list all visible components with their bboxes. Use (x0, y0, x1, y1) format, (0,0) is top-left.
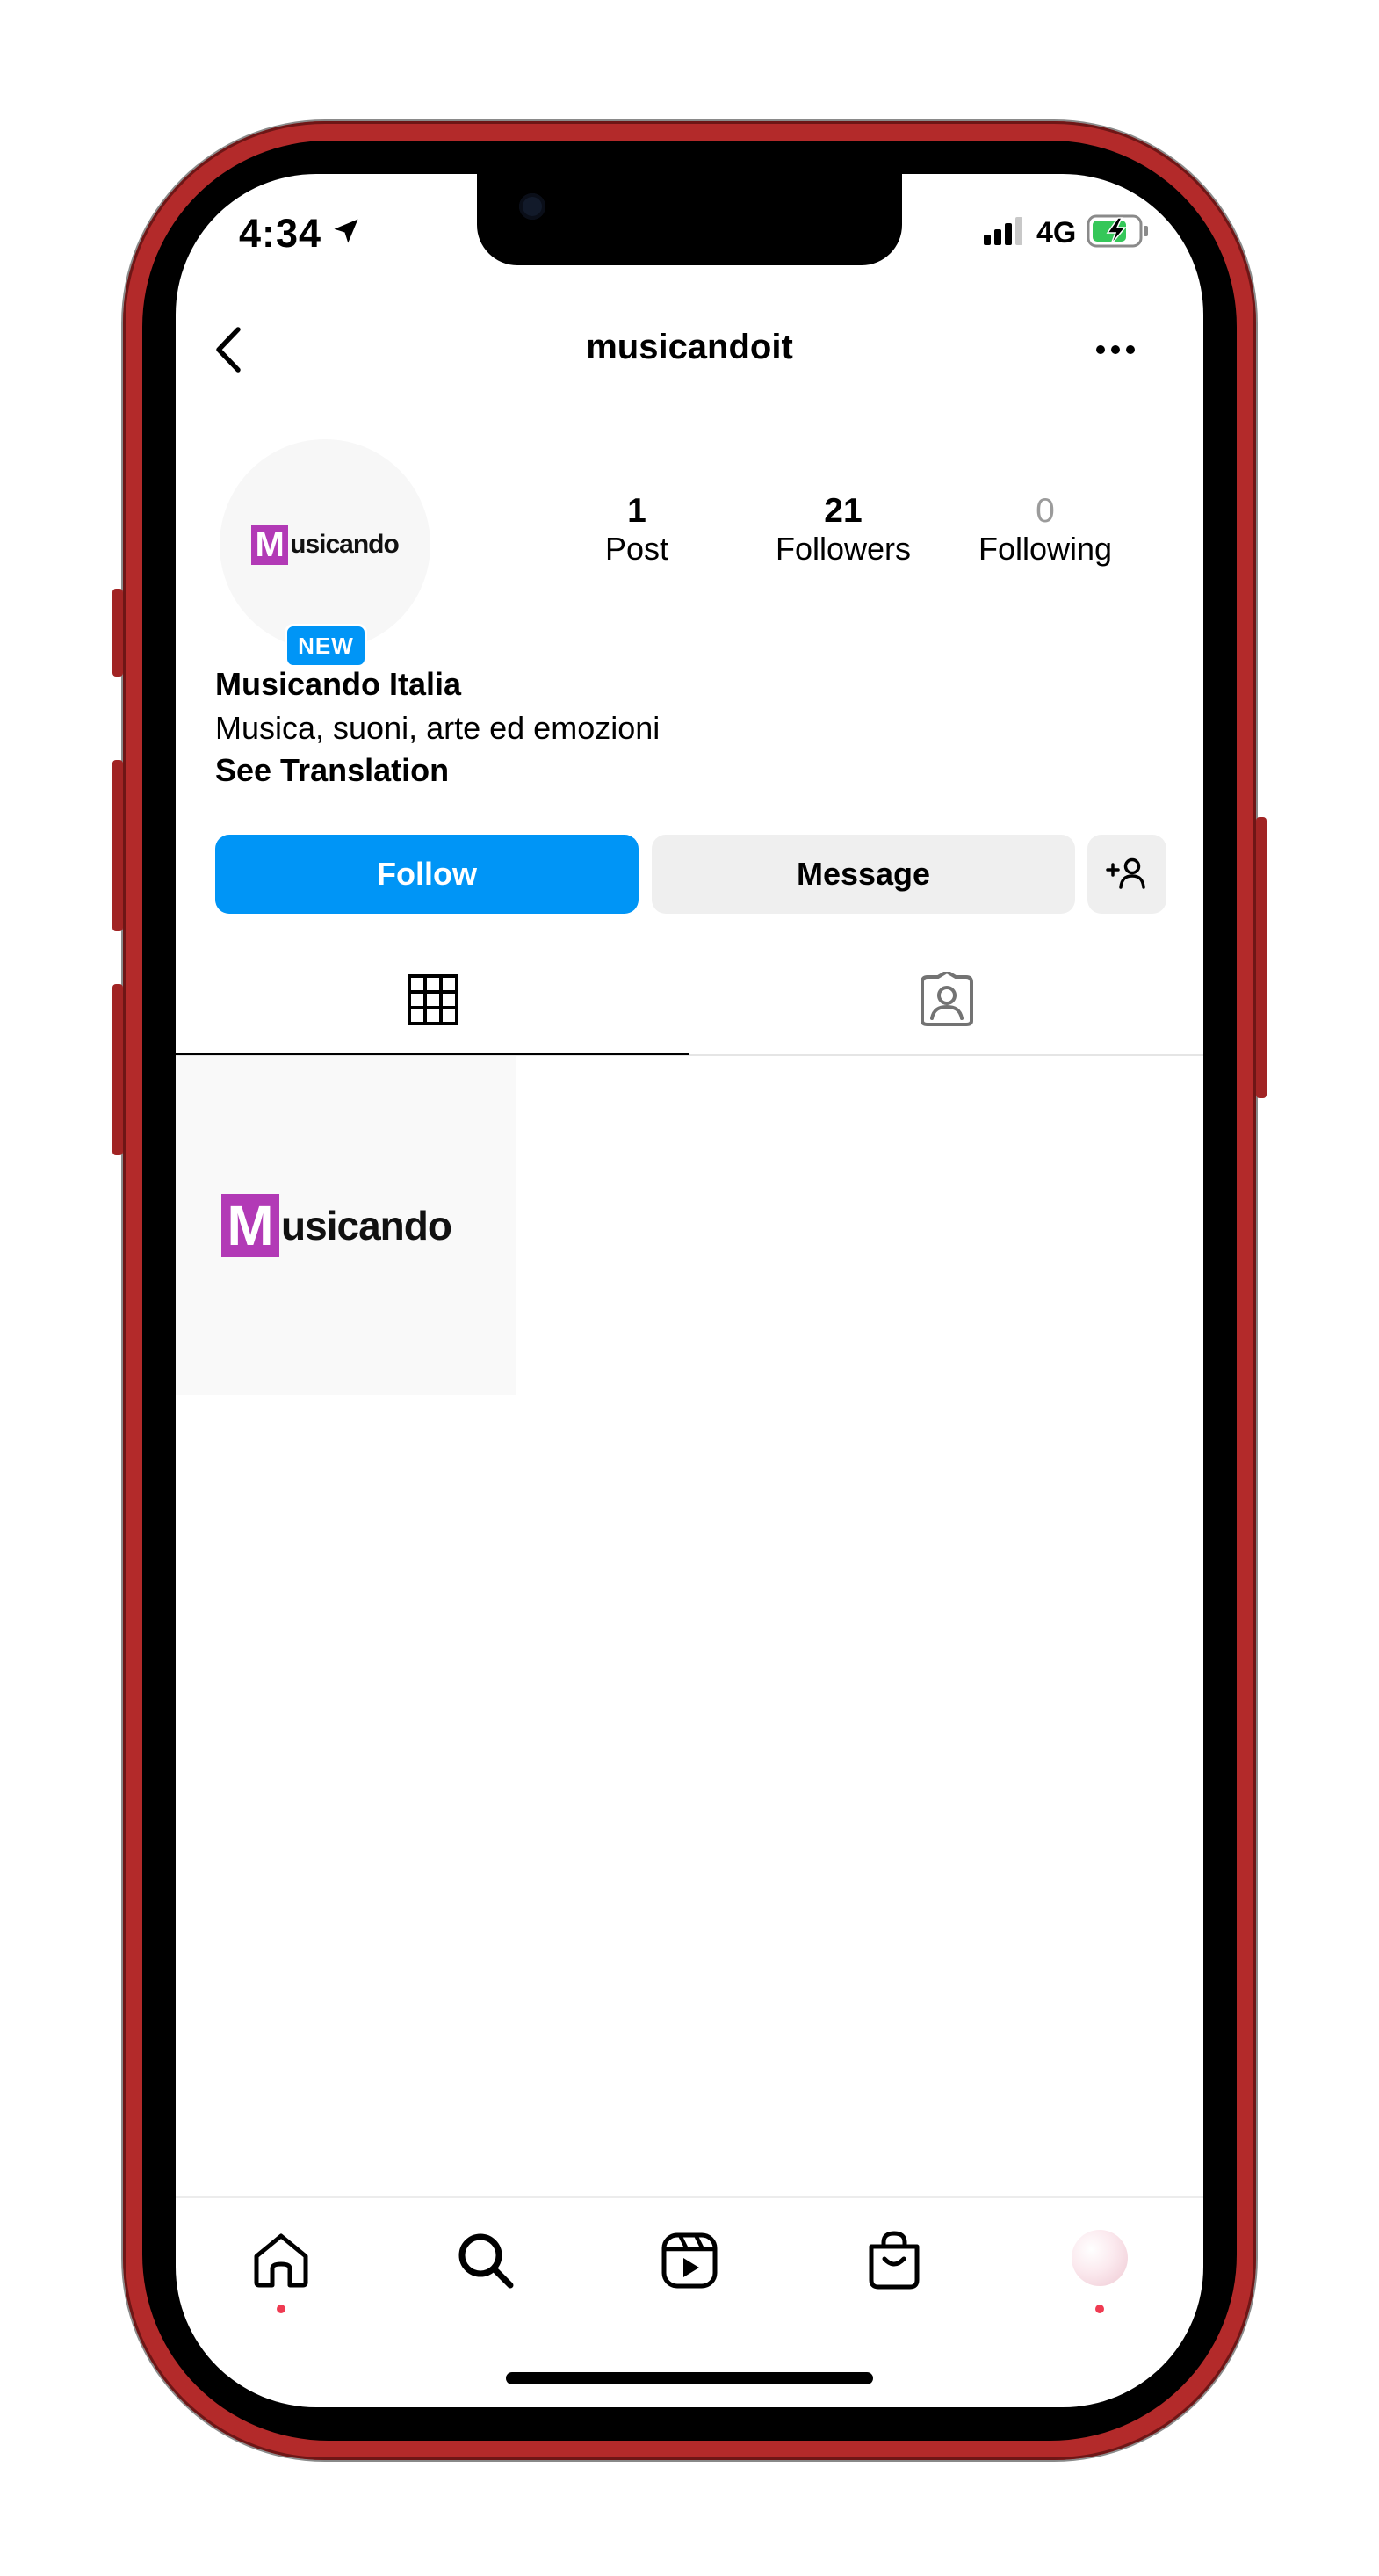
nav-search[interactable] (451, 2225, 521, 2296)
status-indicators: 4G (984, 214, 1150, 252)
display-name: Musicando Italia (215, 666, 462, 702)
posts-label: Post (604, 531, 669, 567)
more-horizontal-icon (1096, 345, 1135, 354)
location-arrow-icon (330, 211, 362, 257)
followers-count: 21 (824, 492, 863, 530)
signal-icon (984, 217, 1026, 250)
more-options-button[interactable] (1080, 330, 1151, 369)
nav-home[interactable] (246, 2225, 316, 2296)
nav-shop[interactable] (859, 2225, 929, 2296)
bio-text: Musica, suoni, arte ed emozioni (215, 710, 661, 746)
tab-posts-grid[interactable] (176, 947, 690, 1053)
notch (477, 174, 902, 265)
shop-icon (869, 2231, 920, 2290)
add-person-icon (1106, 857, 1145, 889)
stat-following[interactable]: 0 Following (944, 492, 1146, 568)
battery-charging-icon (1087, 214, 1150, 252)
follow-button[interactable]: Follow (215, 835, 639, 914)
home-notification-dot (277, 2305, 285, 2313)
message-button[interactable]: Message (652, 835, 1075, 914)
screen: 4:34 4G musicandoit M usicando NEW 1 Pos… (176, 174, 1203, 2407)
tab-tagged[interactable] (690, 947, 1203, 1053)
following-label: Following (978, 531, 1113, 567)
musicando-logo: M usicando (251, 525, 400, 565)
front-camera (519, 193, 545, 220)
logo-letter: M (221, 1194, 280, 1257)
volume-up-button (112, 760, 123, 931)
nav-reels[interactable] (654, 2225, 725, 2296)
stat-followers[interactable]: 21 Followers (742, 492, 944, 568)
bottom-nav-divider (176, 2196, 1203, 2198)
status-time-row: 4:34 (239, 211, 362, 257)
volume-down-button (112, 984, 123, 1155)
see-translation-link[interactable]: See Translation (215, 752, 449, 789)
profile-notification-dot (1095, 2305, 1104, 2313)
logo-text: usicando (290, 530, 400, 559)
musicando-logo: M usicando (221, 1194, 452, 1257)
power-button (1256, 817, 1267, 1098)
nav-profile[interactable] (1072, 2230, 1128, 2286)
followers-label: Followers (775, 531, 912, 567)
profile-avatar[interactable]: M usicando (220, 439, 430, 650)
search-icon (458, 2233, 514, 2289)
post-thumbnail[interactable]: M usicando (176, 1056, 516, 1395)
grid-icon (407, 974, 458, 1025)
home-icon (254, 2233, 308, 2288)
posts-count: 1 (627, 492, 646, 530)
network-label: 4G (1036, 216, 1077, 250)
new-badge: NEW (285, 624, 367, 668)
profile-username: musicandoit (586, 328, 793, 366)
active-tab-indicator (176, 1053, 690, 1055)
following-count: 0 (1036, 492, 1055, 530)
logo-letter: M (251, 525, 289, 565)
logo-text: usicando (281, 1203, 452, 1248)
reels-icon (661, 2232, 718, 2289)
home-indicator[interactable] (506, 2372, 873, 2384)
suggested-accounts-button[interactable] (1087, 835, 1166, 914)
status-time: 4:34 (239, 211, 322, 256)
stat-posts[interactable]: 1 Post (562, 492, 711, 568)
tagged-icon (920, 972, 973, 1026)
silent-switch (112, 589, 123, 677)
